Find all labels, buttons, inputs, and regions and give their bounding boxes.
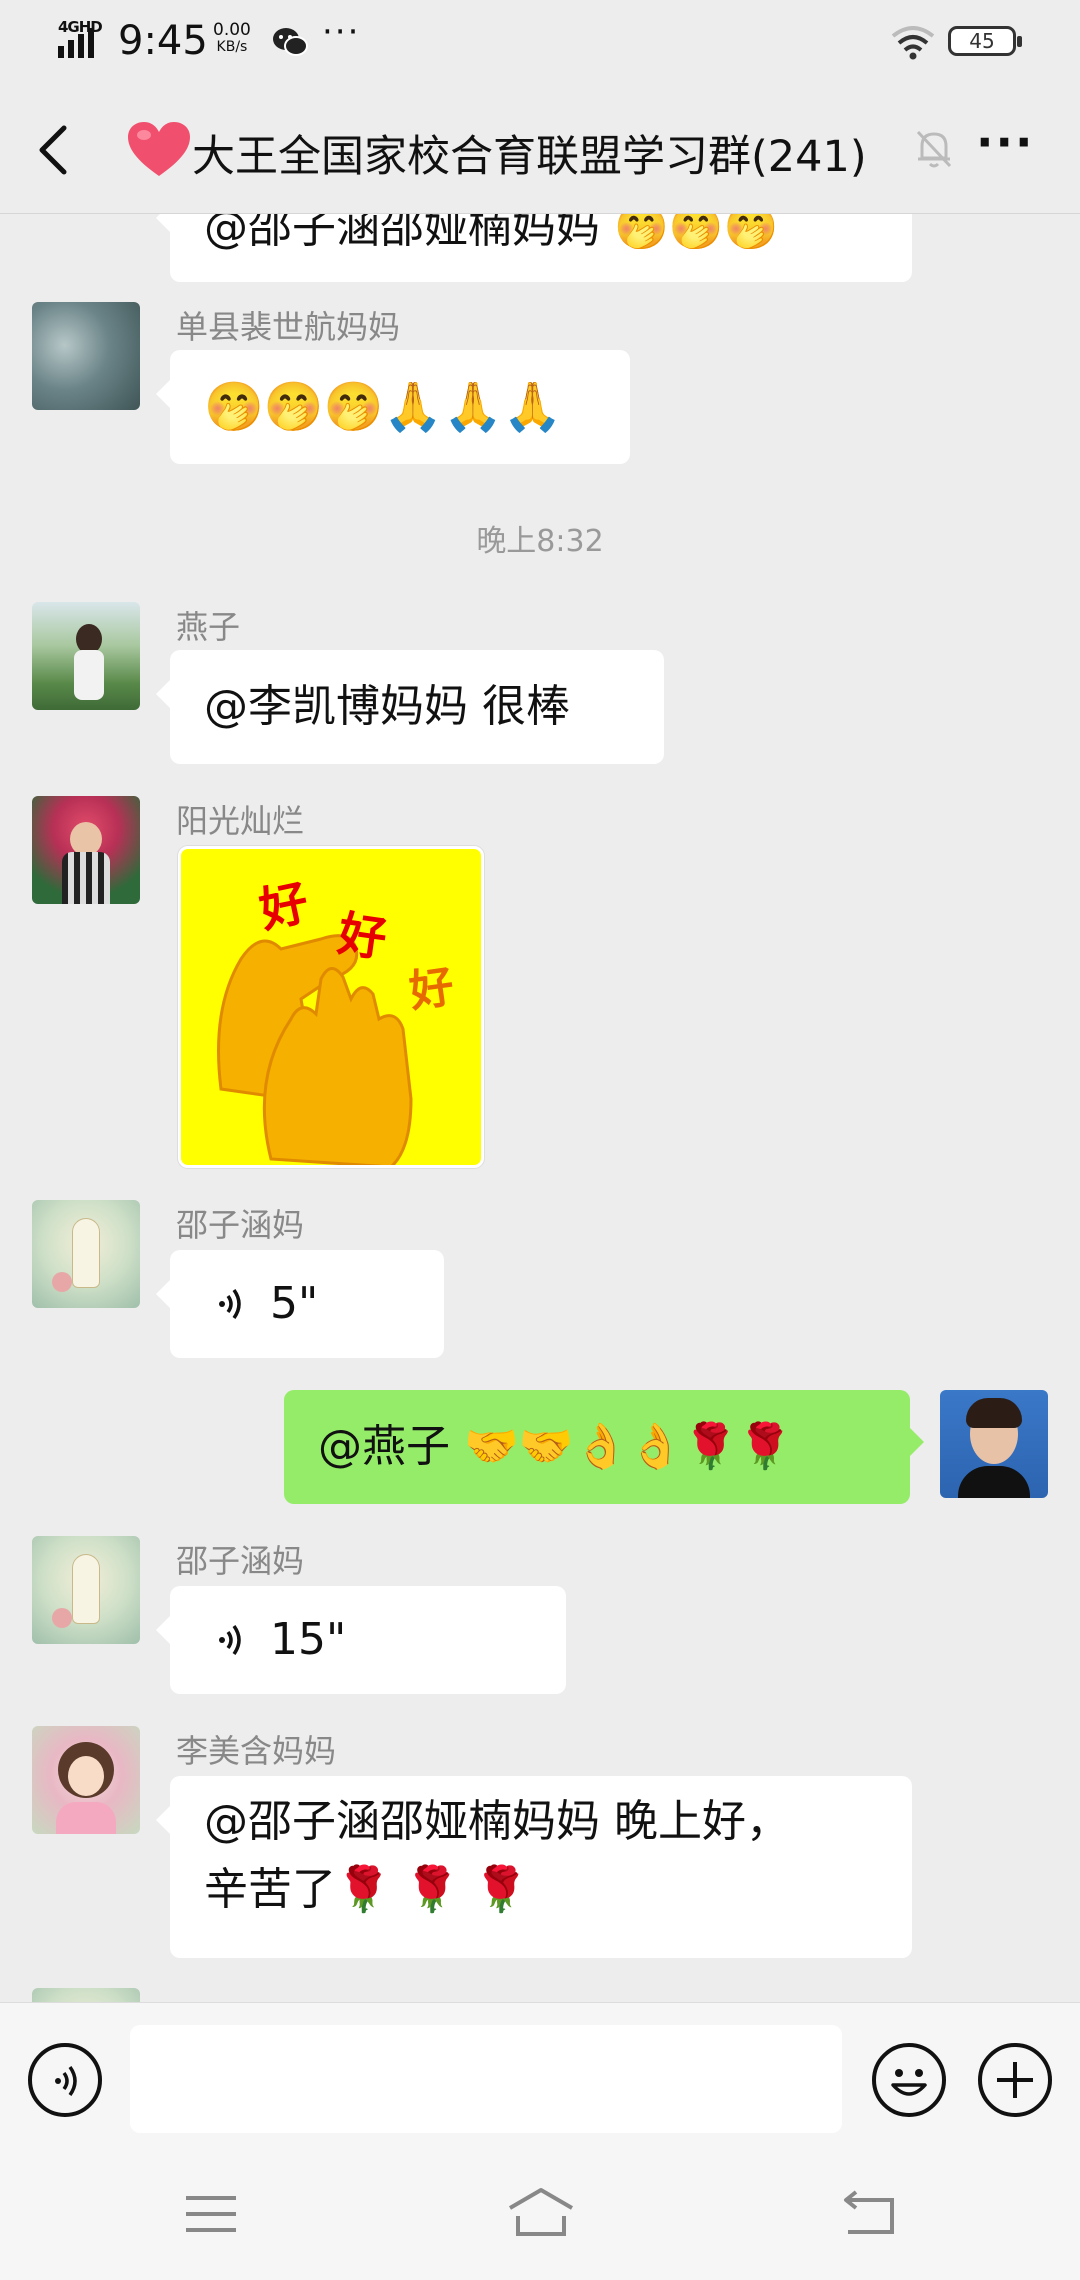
home-icon[interactable] (506, 2186, 576, 2238)
voice-icon (55, 2065, 77, 2097)
network-speed: 0.00 KB/s (213, 22, 251, 56)
chat-header: 大王全国家校合育联盟学习群(241) ··· (0, 82, 1080, 214)
message-list[interactable]: @邵子涵邵娅楠妈妈 🤭🤭🤭 单县裴世航妈妈 🤭🤭🤭🙏🙏🙏 晚上8:32 燕子 @… (0, 214, 1080, 2002)
avatar[interactable] (32, 602, 140, 710)
nav-back-icon[interactable] (842, 2186, 896, 2238)
signal-icon (58, 28, 94, 58)
smiley-icon (891, 2069, 927, 2096)
avatar[interactable] (32, 1726, 140, 1834)
message-input[interactable] (130, 2025, 842, 2133)
system-nav-bar (0, 2146, 1080, 2280)
menu-icon[interactable] (184, 2192, 238, 2236)
battery-icon: 45 (948, 26, 1022, 56)
more-options-icon[interactable]: ··· (976, 119, 1036, 172)
wifi-icon (891, 26, 935, 60)
plus-icon (997, 2062, 1033, 2098)
message-text: @李凯博妈妈 很棒 (204, 681, 570, 732)
back-icon[interactable] (34, 122, 74, 178)
voice-message-bubble[interactable]: 15" (156, 1586, 566, 1694)
chat-title: 大王全国家校合育联盟学习群(241) (192, 132, 867, 182)
voice-duration: 5" (270, 1278, 319, 1329)
avatar[interactable] (32, 1536, 140, 1644)
sticker-image[interactable]: 好 好 好 (178, 846, 484, 1168)
more-functions-button[interactable] (978, 2043, 1052, 2117)
sender-name: 邵子涵妈 (176, 1542, 305, 1580)
bell-off-icon (916, 130, 952, 168)
voice-wave-icon (219, 1624, 241, 1656)
sticker-text: 好 (406, 961, 457, 1018)
message-text: 🤭🤭🤭🙏🙏🙏 (204, 379, 563, 435)
avatar[interactable] (32, 796, 140, 904)
message-bubble[interactable]: @邵子涵邵娅楠妈妈 晚上好， 辛苦了🌹 🌹 🌹 (156, 1776, 912, 1958)
avatar[interactable] (32, 1988, 140, 2002)
sticker-text: 好 (334, 905, 390, 969)
avatar[interactable] (32, 1200, 140, 1308)
message-text: 辛苦了🌹 🌹 🌹 (204, 1864, 529, 1915)
heart-icon (128, 122, 190, 176)
message-bubble[interactable]: @李凯博妈妈 很棒 (156, 650, 664, 764)
status-bar: 4GHD 9:45 0.00 KB/s ··· 45 (0, 0, 1080, 82)
message-text: @燕子 🤝🤝👌👌🌹🌹 (318, 1421, 793, 1472)
voice-message-bubble[interactable]: 5" (156, 1250, 444, 1358)
sender-name: 阳光灿烂 (176, 802, 305, 840)
message-bubble-self[interactable]: @燕子 🤝🤝👌👌🌹🌹 (284, 1390, 924, 1504)
my-avatar[interactable] (940, 1390, 1048, 1498)
message-bubble[interactable]: 🤭🤭🤭🙏🙏🙏 (156, 350, 630, 464)
sender-name: 单县裴世航妈妈 (176, 308, 401, 346)
sender-name: 李美含妈妈 (176, 1732, 337, 1770)
speed-value: 0.00 (213, 20, 251, 40)
clock: 9:45 (118, 18, 208, 64)
voice-duration: 15" (270, 1614, 347, 1665)
message-bubble[interactable]: @邵子涵邵娅楠妈妈 🤭🤭🤭 (156, 214, 912, 282)
wechat-icon (273, 28, 308, 56)
sender-name: 燕子 (176, 608, 241, 646)
avatar[interactable] (32, 302, 140, 410)
voice-input-button[interactable] (28, 2043, 102, 2117)
emoji-button[interactable] (872, 2043, 946, 2117)
message-text: @邵子涵邵娅楠妈妈 晚上好， (204, 1796, 790, 1847)
input-bar (0, 2002, 1080, 2146)
voice-wave-icon (219, 1288, 241, 1320)
sender-name: 邵子涵妈 (176, 1206, 305, 1244)
speed-unit: KB/s (216, 39, 248, 55)
time-divider: 晚上8:32 (476, 524, 604, 559)
notification-more-icon: ··· (322, 12, 361, 52)
